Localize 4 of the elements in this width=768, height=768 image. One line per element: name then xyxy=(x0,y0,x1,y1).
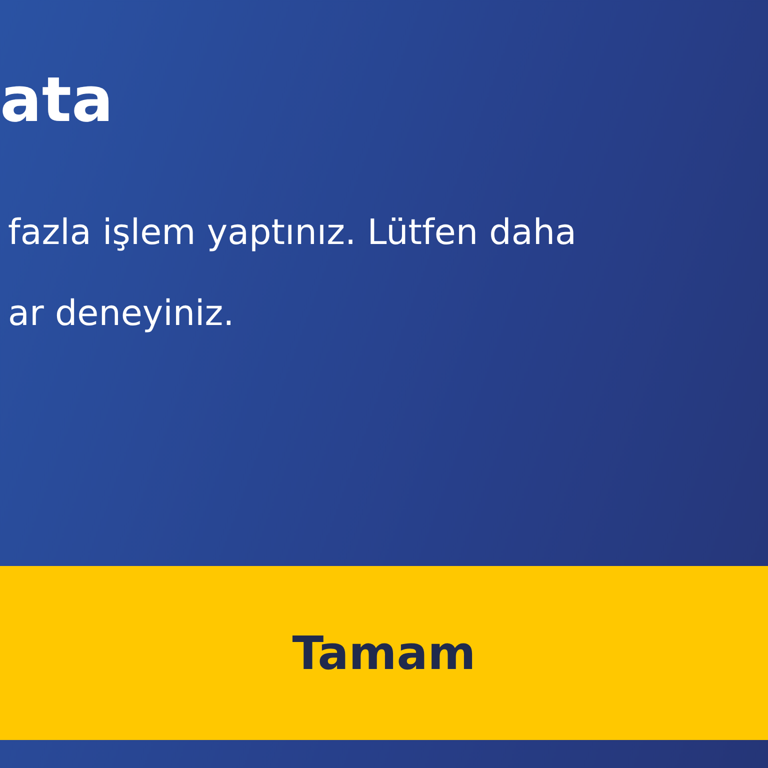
ok-button[interactable]: Tamam xyxy=(0,566,768,740)
message-text: fazla işlem yaptınız. Lütfen daha xyxy=(8,214,578,253)
message-text: ar deneyiniz. xyxy=(8,294,236,334)
dialog-title: ata xyxy=(0,66,114,134)
